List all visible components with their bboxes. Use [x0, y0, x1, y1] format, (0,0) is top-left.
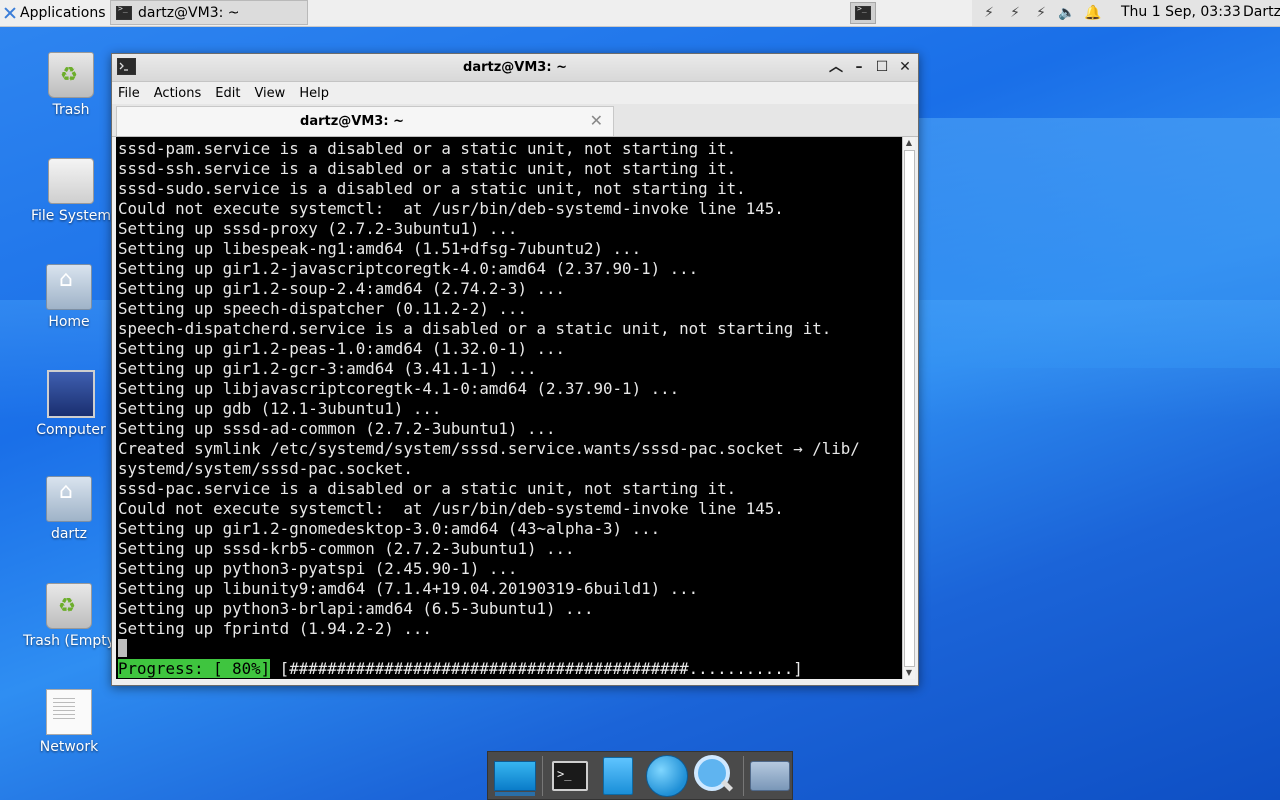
notification-bell-icon[interactable]: 🔔 — [1084, 4, 1102, 22]
dock-web-browser[interactable] — [645, 754, 688, 797]
tab-bar: dartz@VM3: ~ ✕ — [112, 104, 918, 137]
scroll-up-icon[interactable]: ▲ — [903, 137, 915, 149]
desktop-icon-trash-empty[interactable]: Trash (Empty — [19, 583, 119, 649]
terminal-window: dartz@VM3: ~ ︿ – ☐ ✕ File Actions Edit V… — [111, 53, 919, 686]
terminal-cursor — [118, 639, 127, 657]
scroll-down-icon[interactable]: ▼ — [903, 667, 915, 679]
menu-bar: File Actions Edit View Help — [112, 82, 918, 104]
dock-show-desktop[interactable] — [493, 755, 536, 797]
computer-icon — [47, 370, 95, 418]
minimize-icon[interactable]: – — [850, 58, 868, 76]
terminal-icon — [116, 4, 132, 20]
home-folder-icon — [46, 476, 92, 522]
dock-app-finder[interactable] — [693, 754, 736, 797]
dock-terminal[interactable]: >_ — [548, 755, 591, 797]
progress-bar-text: [#######################################… — [270, 659, 803, 678]
terminal-text: sssd-pam.service is a disabled or a stat… — [118, 139, 860, 638]
desktop-icon-label: Trash — [52, 102, 90, 118]
trash-icon — [48, 52, 94, 98]
progress-label: Progress: [ 80%] — [118, 659, 271, 678]
applications-label: Applications — [20, 5, 106, 21]
apt-progress: Progress: [ 80%] [######################… — [118, 659, 803, 679]
scrollbar-thumb[interactable] — [904, 150, 915, 667]
desktop-icon-dartz[interactable]: dartz — [19, 476, 119, 542]
desktop-icon-network[interactable]: Network — [19, 689, 119, 755]
network-icon[interactable]: ⚡ — [1032, 4, 1050, 22]
terminal-output[interactable]: sssd-pam.service is a disabled or a stat… — [116, 137, 902, 679]
window-title: dartz@VM3: ~ — [463, 60, 567, 75]
maximize-icon[interactable]: ☐ — [873, 58, 891, 76]
terminal-icon — [855, 4, 871, 20]
magnifier-icon — [694, 754, 731, 791]
top-panel: Applications dartz@VM3: ~ ⚡ ⚡ ⚡ 🔈 🔔 Thu … — [0, 0, 1280, 27]
dock-folder[interactable] — [749, 755, 792, 797]
network-icon[interactable]: ⚡ — [980, 4, 998, 22]
desktop-icon-label: dartz — [50, 526, 88, 542]
files-icon — [603, 756, 634, 795]
dock-separator — [542, 755, 544, 796]
taskbar-window-title: dartz@VM3: ~ — [138, 4, 240, 21]
chevron-up-icon[interactable]: ︿ — [827, 58, 845, 76]
network-icon[interactable]: ⚡ — [1006, 4, 1024, 22]
volume-icon[interactable]: 🔈 — [1058, 4, 1076, 22]
menu-edit[interactable]: Edit — [215, 86, 240, 101]
desktop-icon-label: File System — [30, 208, 112, 224]
tab-terminal[interactable]: dartz@VM3: ~ ✕ — [116, 106, 614, 136]
drive-icon — [48, 158, 94, 204]
dock-file-manager[interactable] — [597, 755, 640, 797]
dock: >_ — [487, 751, 793, 800]
dock-separator — [742, 755, 744, 796]
applications-menu-button[interactable]: Applications — [0, 0, 112, 26]
desktop-icon-label: Trash (Empty — [22, 633, 116, 649]
terminal-scrollbar[interactable]: ▲ ▼ — [902, 137, 915, 679]
desktop-icon-file-system[interactable]: File System — [21, 158, 121, 224]
desktop-icon-computer[interactable]: Computer — [21, 370, 121, 438]
globe-icon — [645, 754, 688, 797]
desktop-icon-trash[interactable]: Trash — [21, 52, 121, 118]
user-menu[interactable]: Dartz — [1243, 4, 1280, 20]
tab-close-icon[interactable]: ✕ — [590, 111, 603, 130]
desktop-icon-label: Network — [39, 739, 99, 755]
clock[interactable]: Thu 1 Sep, 03:33 — [1121, 4, 1241, 20]
tab-title: dartz@VM3: ~ — [300, 114, 404, 129]
tray-terminal-button[interactable] — [850, 2, 876, 24]
desktop-icon-home[interactable]: Home — [19, 264, 119, 330]
desktop-icon — [493, 760, 536, 796]
document-icon — [46, 689, 92, 735]
menu-file[interactable]: File — [118, 86, 140, 101]
close-icon[interactable]: ✕ — [896, 58, 914, 76]
desktop-icon-label: Home — [48, 314, 90, 330]
trash-icon — [46, 583, 92, 629]
xfce-logo-icon — [4, 7, 16, 19]
menu-view[interactable]: View — [254, 86, 285, 101]
terminal-icon: >_ — [552, 760, 588, 791]
menu-help[interactable]: Help — [299, 86, 329, 101]
taskbar-terminal-window[interactable]: dartz@VM3: ~ — [110, 0, 308, 25]
folder-icon — [750, 760, 791, 791]
home-folder-icon — [46, 264, 92, 310]
menu-actions[interactable]: Actions — [154, 86, 202, 101]
desktop-icon-label: Computer — [36, 422, 106, 438]
window-titlebar[interactable]: dartz@VM3: ~ ︿ – ☐ ✕ — [112, 54, 918, 82]
